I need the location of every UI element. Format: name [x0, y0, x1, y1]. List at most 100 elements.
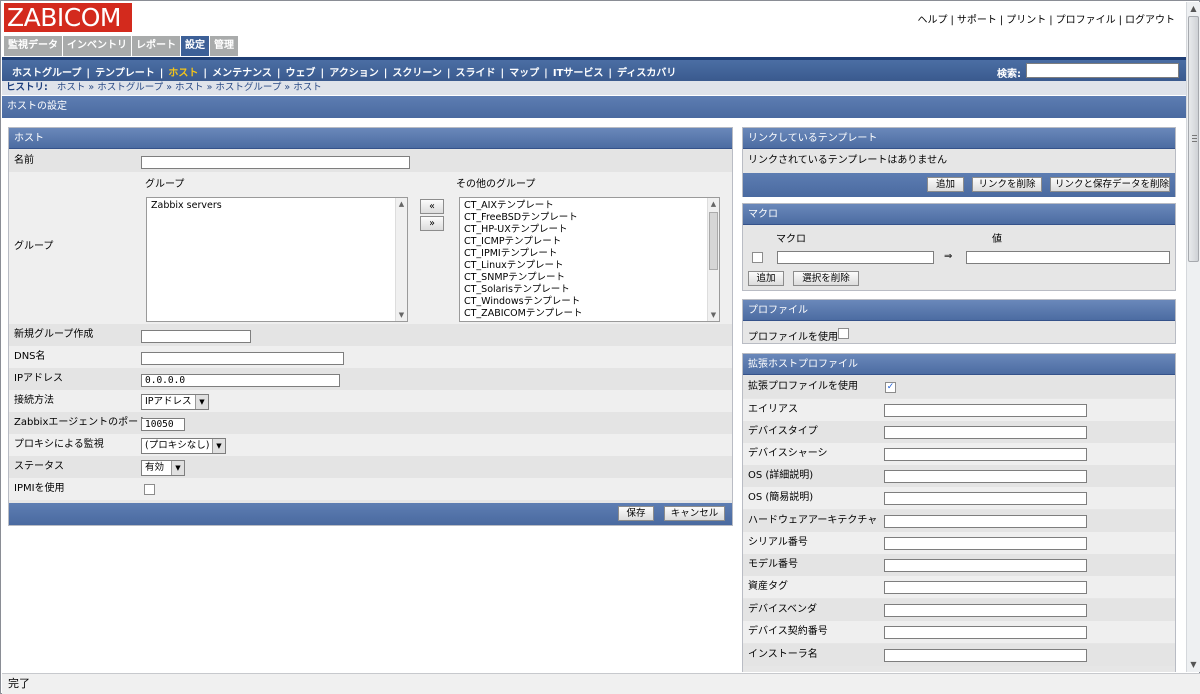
profile-field-input[interactable] — [884, 448, 1087, 461]
list-item[interactable]: CT_Windowsテンプレート — [460, 296, 719, 308]
support-link[interactable]: サポート — [954, 15, 1000, 26]
history-item[interactable]: ホスト — [175, 82, 204, 93]
ext-profile-panel: 拡張ホストプロファイル 拡張プロファイルを使用 ✓ エイリアス デバイスタイプ … — [742, 353, 1176, 672]
macro-panel-title: マクロ — [743, 204, 1175, 225]
profile-field-input[interactable] — [884, 515, 1087, 528]
profile-field-input[interactable] — [884, 581, 1087, 594]
check-icon[interactable]: ✓ — [885, 382, 896, 393]
profile-link[interactable]: プロファイル — [1053, 15, 1119, 26]
print-link[interactable]: プリント — [1003, 15, 1049, 26]
browser-window: ZABICOM ヘルプ | サポート | プリント | プロファイル | ログアウト 監視データ… — [0, 0, 1200, 694]
dns-input[interactable] — [141, 352, 344, 365]
list-item[interactable]: CT_ZABICOMテンプレート — [460, 308, 719, 320]
scroll-down-icon[interactable]: ▼ — [1189, 660, 1198, 670]
profile-field-input[interactable] — [884, 537, 1087, 550]
move-right-button[interactable]: » — [420, 216, 444, 231]
submenu-templates[interactable]: テンプレート — [91, 68, 159, 79]
menu-configuration[interactable]: 設定 — [181, 36, 210, 56]
submenu-screens[interactable]: スクリーン — [388, 68, 446, 79]
new-group-input[interactable] — [141, 330, 251, 343]
name-input[interactable] — [141, 156, 410, 169]
list-item[interactable]: CT_AIXテンプレート — [460, 200, 719, 212]
profile-field-row: インストーラ名 — [743, 644, 1175, 666]
submenu-maintenance[interactable]: メンテナンス — [208, 68, 276, 79]
top-links: ヘルプ | サポート | プリント | プロファイル | ログアウト — [915, 11, 1179, 26]
profile-field-input[interactable] — [884, 649, 1087, 662]
menu-monitoring[interactable]: 監視データ — [4, 36, 63, 56]
save-button[interactable]: 保存 — [618, 506, 654, 521]
scroll-thumb[interactable] — [1188, 16, 1199, 262]
add-template-button[interactable]: 追加 — [927, 177, 964, 192]
list-item[interactable]: Zabbix servers — [147, 200, 407, 212]
macro-value-input[interactable] — [966, 251, 1170, 264]
submenu-web[interactable]: ウェブ — [282, 68, 320, 79]
list-item[interactable]: CT_Linuxテンプレート — [460, 260, 719, 272]
use-profile-checkbox[interactable] — [838, 328, 849, 339]
profile-field-input[interactable] — [884, 470, 1087, 483]
help-link[interactable]: ヘルプ — [915, 15, 951, 26]
move-left-button[interactable]: « — [420, 199, 444, 214]
submenu-actions[interactable]: アクション — [325, 68, 383, 79]
host-panel-footer: 保存 キャンセル — [9, 503, 732, 525]
profile-field-label: 資産タグ — [748, 581, 788, 592]
chevron-down-icon: ▼ — [195, 395, 208, 409]
status-select[interactable]: 有効 ▼ — [141, 460, 185, 476]
submenu-maps[interactable]: マップ — [505, 68, 543, 79]
history-bar: ヒストリ: ホスト » ホストグループ » ホスト » ホストグループ » ホス… — [2, 81, 1186, 95]
logout-link[interactable]: ログアウト — [1122, 15, 1178, 26]
search-input[interactable] — [1026, 63, 1179, 78]
delete-selected-button[interactable]: 選択を削除 — [793, 271, 859, 286]
list-item[interactable]: CT_FreeBSDテンプレート — [460, 212, 719, 224]
ipmi-checkbox[interactable] — [144, 484, 155, 495]
connect-select[interactable]: IPアドレス ▼ — [141, 394, 209, 410]
submenu-it-services[interactable]: ITサービス — [549, 68, 608, 79]
cancel-button[interactable]: キャンセル — [664, 506, 725, 521]
macro-select-checkbox[interactable] — [752, 252, 763, 263]
scroll-up-icon[interactable]: ▲ — [1189, 4, 1198, 14]
list-item[interactable]: CT_SNMPテンプレート — [460, 272, 719, 284]
logo[interactable]: ZABICOM — [4, 3, 132, 32]
other-groups-listbox[interactable]: CT_AIXテンプレート CT_FreeBSDテンプレート CT_HP-UXテン… — [459, 197, 720, 322]
profile-field-input[interactable] — [884, 492, 1087, 505]
profile-field-input[interactable] — [884, 404, 1087, 417]
menu-administration[interactable]: 管理 — [210, 36, 239, 56]
chevron-down-icon: ▼ — [171, 461, 184, 475]
page-scrollbar[interactable]: ▲ ▼ — [1186, 2, 1200, 672]
macro-input[interactable] — [777, 251, 934, 264]
unlink-clear-button[interactable]: リンクと保存データを削除 — [1050, 177, 1170, 192]
profile-field-label: デバイスベンダ — [748, 604, 817, 615]
history-item[interactable]: ホストグループ — [215, 82, 281, 93]
profile-field-input[interactable] — [884, 426, 1087, 439]
submenu-discovery[interactable]: ディスカバリ — [613, 68, 680, 79]
chevron-down-icon: ▼ — [212, 439, 225, 453]
macro-column-header: マクロ — [776, 234, 806, 245]
submenu-hostgroups[interactable]: ホストグループ — [8, 68, 85, 79]
list-item[interactable]: CT_ICMPテンプレート — [460, 236, 719, 248]
history-item[interactable]: ホスト — [57, 82, 86, 93]
port-input[interactable]: 10050 — [141, 418, 185, 431]
macro-panel: マクロ マクロ 値 ⇒ 追加 選択を削除 — [742, 203, 1176, 291]
list-item[interactable]: CT_IPMIテンプレート — [460, 248, 719, 260]
submenu-hosts[interactable]: ホスト — [164, 68, 202, 79]
browser-status-bar: 完了 — [2, 673, 1200, 694]
submenu-slides[interactable]: スライド — [452, 68, 500, 79]
proxy-select[interactable]: (プロキシなし) ▼ — [141, 438, 226, 454]
unlink-button[interactable]: リンクを削除 — [972, 177, 1042, 192]
history-item[interactable]: ホストグループ — [97, 82, 163, 93]
add-macro-button[interactable]: 追加 — [748, 271, 784, 286]
groups-listbox[interactable]: Zabbix servers ▲ ▼ — [146, 197, 408, 322]
status-label: ステータス — [14, 461, 64, 472]
menu-inventory[interactable]: インベントリ — [63, 36, 132, 56]
profile-field-label: OS (簡易説明) — [748, 492, 814, 503]
connect-label: 接続方法 — [14, 395, 54, 406]
list-item[interactable]: CT_Solarisテンプレート — [460, 284, 719, 296]
menu-reports[interactable]: レポート — [132, 36, 181, 56]
ip-input[interactable]: 0.0.0.0 — [141, 374, 340, 387]
profile-field-input[interactable] — [884, 559, 1087, 572]
history-item[interactable]: ホスト — [293, 82, 322, 93]
profile-field-input[interactable] — [884, 604, 1087, 617]
list-item[interactable]: CT_HP-UXテンプレート — [460, 224, 719, 236]
profile-field-input[interactable] — [884, 626, 1087, 639]
ext-use-row: 拡張プロファイルを使用 ✓ — [743, 376, 1175, 398]
dns-row: DNS名 — [9, 346, 732, 368]
